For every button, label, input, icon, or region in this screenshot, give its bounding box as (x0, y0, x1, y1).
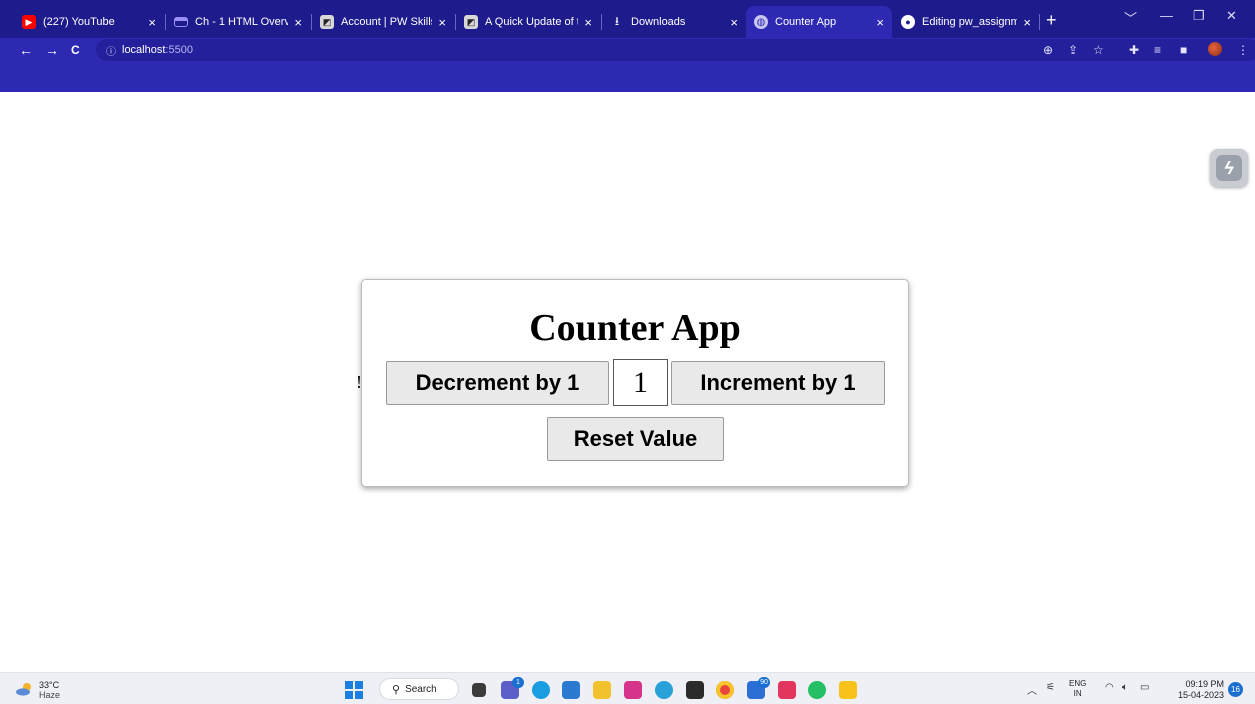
lightning-icon: ϟ (1216, 155, 1242, 181)
vscode-icon[interactable] (562, 681, 580, 699)
tray-app-icon[interactable]: ⚟ (1046, 682, 1055, 693)
taskbar-search[interactable]: ⚲ Search (379, 678, 459, 700)
tab-title: Ch - 1 HTML Overview (195, 16, 289, 28)
new-tab-button[interactable]: + (1046, 11, 1057, 29)
tab-html-overview[interactable]: Ch - 1 HTML Overview × (166, 6, 310, 38)
forward-button[interactable]: → (45, 40, 59, 60)
increment-button[interactable]: Increment by 1 (671, 361, 885, 405)
browser-menu-icon[interactable]: ⋮ (1237, 43, 1249, 57)
restore-icon[interactable]: ❐ (1193, 8, 1205, 24)
tab-pw-skills-account[interactable]: ◩ Account | PW Skills × (312, 6, 454, 38)
tab-downloads[interactable]: ⭳ Downloads × (602, 6, 746, 38)
sticky-notes-icon[interactable] (839, 681, 857, 699)
windows-start-icon[interactable] (345, 681, 363, 699)
share-icon[interactable]: ⇪ (1068, 43, 1078, 57)
profile-avatar[interactable] (1208, 42, 1222, 56)
tab-divider (1039, 14, 1040, 30)
taskbar: 33°C Haze ⚲ Search 1 90 ︿ ⚟ ENG IN ◠ 🔈︎ … (0, 672, 1255, 704)
address-port: :5500 (165, 44, 193, 56)
download-icon: ⭳ (614, 13, 620, 28)
battery-icon[interactable]: ▭ (1140, 682, 1149, 693)
close-icon[interactable]: × (148, 15, 156, 30)
tab-quick-update[interactable]: ◩ A Quick Update of th × (456, 6, 600, 38)
edge-icon[interactable] (532, 681, 550, 699)
volume-icon[interactable]: 🔈︎ (1122, 682, 1128, 693)
tab-search-icon[interactable]: ﹀ (1124, 8, 1137, 27)
back-button[interactable]: ← (19, 40, 33, 60)
bookmark-star-icon[interactable]: ☆ (1093, 43, 1104, 57)
minimize-icon[interactable]: — (1160, 8, 1173, 23)
telegram-icon[interactable] (655, 681, 673, 699)
decrement-button[interactable]: Decrement by 1 (386, 361, 609, 405)
laptop-icon (174, 17, 188, 27)
reading-list-icon[interactable]: ≡ (1154, 43, 1161, 57)
app-icon[interactable] (778, 681, 796, 699)
tray-chevron-icon[interactable]: ︿ (1027, 682, 1037, 697)
search-icon: ⚲ (392, 683, 401, 696)
floating-extension-button[interactable]: ϟ (1210, 149, 1248, 187)
globe-icon: ◍ (754, 15, 768, 29)
instagram-icon[interactable] (624, 681, 642, 699)
counter-card: Counter App Decrement by 1 1 Increment b… (361, 279, 909, 487)
page-title: Counter App (529, 307, 741, 349)
tab-counter-app[interactable]: ◍ Counter App × (746, 6, 892, 38)
clock-time[interactable]: 09:19 PM (1170, 679, 1224, 689)
tab-title: Account | PW Skills (341, 16, 433, 28)
extensions-puzzle-icon[interactable]: ✚ (1129, 43, 1139, 57)
browser-toolbar: ← → C ⓘ localhost:5500 (0, 38, 1255, 62)
weather-haze-icon (16, 683, 31, 696)
chrome-icon[interactable] (716, 681, 734, 699)
close-icon[interactable]: × (584, 15, 592, 30)
notification-badge[interactable]: 16 (1228, 682, 1243, 697)
address-bar[interactable]: ⓘ localhost:5500 (96, 39, 1255, 61)
counter-value: 1 (613, 359, 668, 406)
file-explorer-icon[interactable] (593, 681, 611, 699)
zoom-icon[interactable]: ⊕ (1043, 43, 1053, 57)
site-info-icon[interactable]: ⓘ (106, 43, 116, 58)
store-badge: 90 (758, 677, 770, 688)
language-indicator[interactable]: ENG IN (1069, 679, 1086, 699)
pw-skills-icon: ◩ (320, 15, 334, 29)
close-icon[interactable]: × (438, 15, 446, 30)
side-panel-icon[interactable]: ■ (1180, 43, 1187, 57)
weather-temperature[interactable]: 33°C (39, 680, 59, 690)
pw-skills-icon: ◩ (464, 15, 478, 29)
tab-title: Counter App (775, 16, 837, 28)
reset-button[interactable]: Reset Value (547, 417, 724, 461)
tab-youtube[interactable]: ▶ (227) YouTube × (14, 6, 164, 38)
tab-github-editing[interactable]: ● Editing pw_assignme × (893, 6, 1039, 38)
tab-title: (227) YouTube (43, 16, 115, 28)
teams-badge: 1 (512, 677, 524, 688)
youtube-icon: ▶ (22, 15, 36, 29)
page-header-band (0, 62, 1255, 92)
close-icon[interactable]: × (1023, 15, 1031, 30)
clock-date[interactable]: 15-04-2023 (1164, 690, 1224, 700)
whatsapp-icon[interactable] (808, 681, 826, 699)
notion-icon[interactable] (686, 681, 704, 699)
window-close-icon[interactable]: ✕ (1226, 8, 1237, 24)
language-region: IN (1073, 689, 1082, 698)
language-code: ENG (1069, 679, 1087, 688)
address-host: localhost (122, 44, 166, 56)
task-view-icon[interactable] (472, 683, 486, 697)
wifi-icon[interactable]: ◠ (1105, 682, 1114, 693)
reload-button[interactable]: C (71, 40, 80, 60)
close-icon[interactable]: × (294, 15, 302, 30)
browser-tabstrip: ▶ (227) YouTube × Ch - 1 HTML Overview ×… (0, 0, 1255, 38)
close-icon[interactable]: × (730, 15, 738, 30)
close-icon[interactable]: × (876, 15, 884, 30)
tab-title: Downloads (631, 16, 686, 28)
search-label: Search (405, 683, 437, 695)
tab-title: A Quick Update of th (485, 16, 579, 28)
tab-title: Editing pw_assignme (922, 16, 1018, 28)
weather-condition[interactable]: Haze (39, 690, 60, 700)
github-icon: ● (901, 15, 915, 29)
